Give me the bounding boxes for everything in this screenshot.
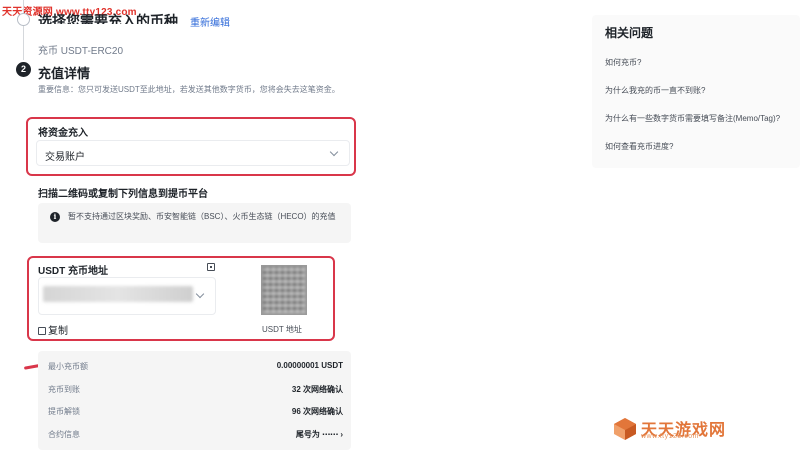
step-1-indicator [17,13,30,26]
detail-row: 最小充币额 0.00000001 USDT [48,361,343,375]
copy-label: 复制 [48,326,68,337]
faq-link[interactable]: 为什么有一些数字货币需要填写备注(Memo/Tag)? [605,113,780,124]
site-logo-watermark: 天天游戏网 www.tty123.com [613,415,798,445]
deposit-address-field[interactable] [38,277,216,315]
detail-key: 合约信息 [48,430,80,439]
detail-row: 充币到账 32 次网络确认 [48,384,343,398]
fund-into-value: 交易账户 [45,152,85,163]
detail-row: 提币解锁 96 次网络确认 [48,406,343,420]
detail-value: 0.00000001 USDT [276,361,343,370]
detail-key: 提币解锁 [48,407,80,416]
detail-value: 96 次网络确认 [291,407,343,416]
detail-key: 最小充币额 [48,362,88,371]
blurred-address [43,286,193,302]
logo-cube-icon [614,418,636,440]
related-title: 相关问题 [605,26,654,40]
network-warning-text: 暂不支持通过区块奖励、币安智能链（BSC）、火币生态链（HECO）的充值 [68,212,336,221]
qr-toggle-icon[interactable] [207,263,215,271]
fund-into-label: 将资金充入 [38,128,88,139]
step-2-indicator: 2 [16,62,31,77]
contract-info-link[interactable]: 尾号为 ⋯⋯ › [296,429,343,440]
info-icon: i [50,212,60,222]
step-1-title: 选择您需要充入的币种 [38,13,178,24]
faq-link[interactable]: 如何查看充币进度? [605,141,673,152]
copy-icon [38,327,46,335]
logo-url: www.tty123.com [641,433,699,440]
step-2-title: 充值详情 [38,66,91,81]
scan-title: 扫描二维码或复制下列信息到提币平台 [38,189,208,200]
selected-coin: 充币 USDT-ERC20 [38,46,124,57]
copy-address-button[interactable]: 复制 [38,322,68,337]
deposit-details-table: 最小充币额 0.00000001 USDT 充币到账 32 次网络确认 提币解锁… [38,351,351,450]
detail-key: 充币到账 [48,385,80,394]
qr-code-image [261,265,307,315]
detail-row[interactable]: 合约信息 尾号为 ⋯⋯ › [48,429,343,443]
deposit-address-label: USDT 充币地址 [38,266,108,277]
important-notice: 重要信息：您只可发送USDT至此地址，若发送其他数字货币，您将会失去这笔资金。 [38,85,340,94]
faq-link[interactable]: 如何充币? [605,57,641,68]
chevron-down-icon [195,289,205,299]
network-warning: i 暂不支持通过区块奖励、币安智能链（BSC）、火币生态链（HECO）的充值 [38,203,351,243]
fund-into-select[interactable]: 交易账户 [36,140,350,166]
chevron-down-icon [329,147,339,157]
step-rail [23,0,24,60]
re-edit-link[interactable]: 重新编辑 [190,14,230,29]
qr-caption: USDT 地址 [262,325,302,334]
faq-link[interactable]: 为什么我充的币一直不到账? [605,85,705,96]
related-questions-panel: 相关问题 如何充币? 为什么我充的币一直不到账? 为什么有一些数字货币需要填写备… [592,15,800,168]
detail-value: 32 次网络确认 [291,385,343,394]
